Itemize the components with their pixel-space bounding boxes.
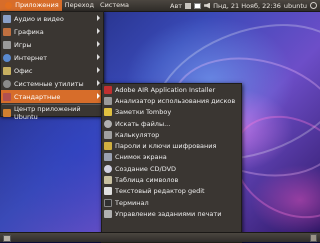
submenu-item-cd-dvd[interactable]: Создание CD/DVD [102,163,241,174]
menu-item-label: Интернет [14,53,48,62]
ubuntu-logo-icon [5,1,12,9]
disk-usage-icon [104,96,112,105]
menu-item-accessories[interactable]: Стандартные [1,90,103,103]
submenu-item-label: Создание CD/DVD [115,164,177,173]
submenu-arrow-icon [97,80,100,86]
games-icon [3,40,11,49]
applications-menu-label: Приложения [15,1,59,9]
passwords-keys-icon [104,142,112,151]
menu-item-software-center[interactable]: Центр приложений Ubuntu [1,104,103,121]
menu-item-internet[interactable]: Интернет [1,51,103,64]
character-map-icon [104,176,112,185]
submenu-item-label: Искать файлы... [115,119,171,128]
submenu-item-terminal[interactable]: Терминал [102,197,241,208]
submenu-item-label: Терминал [115,198,149,207]
submenu-item-passwords-keys[interactable]: Пароли и ключи шифрования [102,140,241,151]
submenu-item-tomboy-notes[interactable]: Заметки Tomboy [102,107,241,118]
menu-item-label: Центр приложений Ubuntu [14,104,81,121]
audio-video-icon [3,14,11,23]
volume-icon[interactable] [204,2,211,9]
menu-item-system-tools[interactable]: Системные утилиты [1,77,103,90]
menu-item-label: Графика [14,27,44,36]
submenu-arrow-icon [97,54,100,60]
calculator-icon [104,130,112,139]
submenu-item-calculator[interactable]: Калькулятор [102,129,241,140]
menu-item-games[interactable]: Игры [1,38,103,51]
menu-item-audio-video[interactable]: Аудио и видео [1,12,103,25]
submenu-arrow-icon [97,28,100,34]
submenu-item-adobe-air[interactable]: Adobe AIR Application Installer [102,84,241,95]
submenu-item-label: Текстовый редактор gedit [115,187,205,196]
submenu-item-label: Adobe AIR Application Installer [115,85,216,94]
submenu-arrow-icon [97,67,100,73]
system-menu[interactable]: Система [97,0,132,11]
internet-icon [3,53,11,62]
submenu-arrow-icon [97,41,100,47]
gedit-icon [104,187,112,196]
accessories-icon [3,92,11,101]
submenu-item-label: Снимок экрана [115,153,167,162]
submenu-item-label: Управление заданиями печати [115,209,222,218]
submenu-item-disk-usage[interactable]: Анализатор использования дисков [102,95,241,106]
search-files-icon [104,119,112,128]
top-menubar: Приложения Переход Система [0,0,132,11]
menu-item-label: Аудио и видео [14,14,64,23]
software-center-icon [3,108,11,117]
menu-item-graphics[interactable]: Графика [1,25,103,38]
accessories-submenu: Adobe AIR Application Installer Анализат… [101,83,242,243]
network-icon[interactable] [185,2,192,9]
graphics-icon [3,27,11,36]
submenu-item-label: Пароли и ключи шифрования [115,142,217,151]
submenu-item-label: Таблица символов [115,176,179,185]
menu-item-label: Офис [14,66,33,75]
system-tools-icon [3,79,11,88]
submenu-item-label: Анализатор использования дисков [115,96,236,105]
submenu-arrow-icon [97,93,100,99]
screenshot-icon [104,153,112,162]
submenu-item-label: Калькулятор [115,130,160,139]
menu-item-label: Системные утилиты [14,79,84,88]
adobe-air-icon [104,85,112,94]
submenu-item-label: Заметки Tomboy [115,108,172,117]
submenu-item-print-jobs[interactable]: Управление заданиями печати [102,208,241,219]
menu-item-label: Игры [14,40,32,49]
keyboard-layout-indicator[interactable]: Авт [170,2,182,10]
submenu-arrow-icon [97,15,100,21]
mail-icon[interactable] [194,2,202,9]
applications-menu[interactable]: Приложения [0,0,62,11]
places-menu[interactable]: Переход [62,0,97,11]
submenu-item-gedit[interactable]: Текстовый редактор gedit [102,186,241,197]
submenu-item-character-map[interactable]: Таблица символов [102,174,241,185]
submenu-item-screenshot[interactable]: Снимок экрана [102,152,241,163]
tomboy-notes-icon [104,108,112,117]
cd-dvd-icon [104,164,112,173]
power-icon[interactable] [310,2,317,9]
terminal-icon [104,198,112,207]
print-jobs-icon [104,209,112,218]
office-icon [3,66,11,75]
menu-item-office[interactable]: Офис [1,64,103,77]
system-tray: Авт Пнд, 21 Нояб, 22:36 ubuntu [170,2,320,10]
menu-item-label: Стандартные [14,92,61,101]
user-indicator[interactable]: ubuntu [284,2,307,10]
datetime-indicator[interactable]: Пнд, 21 Нояб, 22:36 [213,2,281,10]
submenu-item-search-files[interactable]: Искать файлы... [102,118,241,129]
applications-dropdown: Аудио и видео Графика Игры Интернет Офис… [0,11,104,121]
